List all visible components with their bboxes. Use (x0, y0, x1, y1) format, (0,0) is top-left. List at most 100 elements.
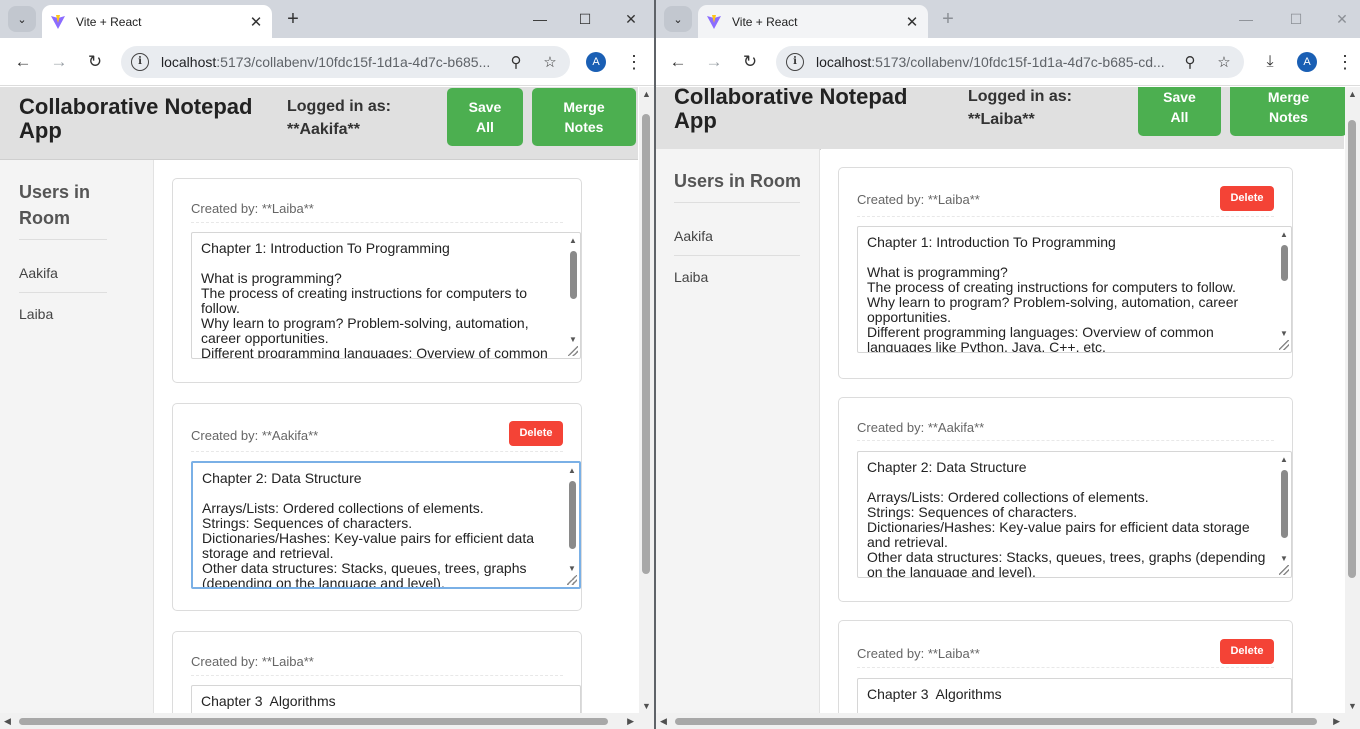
zoom-icon[interactable]: ⚲ (506, 53, 526, 71)
note-author: Created by: **Laiba** (191, 201, 314, 216)
resize-handle-icon[interactable] (1279, 340, 1289, 350)
app-title: Collaborative Notepad App (674, 87, 908, 133)
forward-icon[interactable]: → (702, 50, 726, 74)
divider (19, 292, 107, 293)
new-tab-icon[interactable]: + (282, 8, 304, 30)
page-viewport: Collaborative Notepad App Logged in as: **… (656, 87, 1360, 729)
page-vertical-scrollbar[interactable]: ▲ ▼ (1345, 87, 1360, 713)
zoom-icon[interactable]: ⚲ (1180, 53, 1200, 71)
users-in-room-title: Users in Room (674, 171, 802, 191)
tab-search-icon[interactable]: ⌄ (664, 6, 692, 32)
download-icon[interactable]: ⤓ (1259, 50, 1281, 74)
vite-favicon-icon (706, 14, 722, 30)
app-title: Collaborative Notepad App (19, 94, 253, 143)
page-horizontal-scrollbar[interactable]: ◀ ▶ (0, 713, 654, 729)
url-text[interactable]: localhost:5173/collabenv/10fdc15f-1d1a-4… (161, 54, 492, 70)
site-info-icon[interactable]: i (786, 53, 804, 71)
browser-toolbar: ← → ↻ i localhost:5173/collabenv/10fdc15… (0, 38, 654, 86)
note-textarea[interactable]: Chapter 2: Data Structure Arrays/Lists: … (191, 461, 581, 589)
textarea-scrollbar[interactable]: ▲ ▼ (568, 237, 578, 344)
back-icon[interactable]: ← (11, 50, 35, 74)
divider (191, 675, 563, 676)
browser-tab[interactable]: Vite + React ✕ (42, 5, 272, 38)
note-textarea[interactable]: Chapter 2: Data Structure Arrays/Lists: … (857, 451, 1292, 578)
divider (191, 222, 563, 223)
user-item-laiba: Laiba (19, 306, 54, 322)
reload-icon[interactable]: ↻ (738, 50, 762, 74)
notes-area: Created by: **Laiba** Delete Chapter 1: … (821, 149, 1360, 729)
window-close-icon[interactable]: ✕ (619, 8, 643, 30)
note-author: Created by: **Laiba** (857, 646, 980, 661)
user-item-laiba: Laiba (674, 269, 709, 285)
textarea-scrollbar[interactable]: ▲ ▼ (567, 467, 577, 573)
bookmark-star-icon[interactable]: ☆ (540, 53, 560, 71)
tab-title: Vite + React (76, 14, 142, 29)
browser-toolbar: ← → ↻ i localhost:5173/collabenv/10fdc15… (656, 38, 1360, 86)
browser-tab[interactable]: Vite + React ✕ (698, 5, 928, 38)
bookmark-star-icon[interactable]: ☆ (1214, 53, 1234, 71)
merge-notes-button[interactable]: Merge Notes (1230, 87, 1347, 136)
delete-button[interactable]: Delete (509, 421, 563, 446)
browser-menu-icon[interactable]: ⋮ (1336, 50, 1354, 74)
note-card: Created by: **Laiba** Chapter 1: Introdu… (172, 178, 582, 383)
divider (857, 216, 1274, 217)
minimize-icon[interactable]: — (528, 8, 552, 30)
window-close-icon[interactable]: ✕ (1330, 8, 1354, 30)
notes-area: Created by: **Laiba** Chapter 1: Introdu… (155, 160, 654, 729)
note-text: Chapter 2: Data Structure Arrays/Lists: … (202, 470, 535, 589)
tab-close-icon[interactable]: ✕ (904, 13, 920, 31)
browser-window-left: ⌄ Vite + React ✕ + — ☐ ✕ ← → ↻ i localho… (0, 0, 654, 729)
minimize-icon[interactable]: — (1234, 8, 1258, 30)
tab-strip: ⌄ Vite + React ✕ + — ☐ ✕ (656, 0, 1360, 38)
note-author: Created by: **Aakifa** (857, 420, 985, 435)
textarea-scrollbar[interactable]: ▲ ▼ (1279, 456, 1289, 563)
merge-notes-button[interactable]: Merge Notes (532, 88, 636, 146)
reload-icon[interactable]: ↻ (83, 50, 107, 74)
divider (674, 202, 800, 203)
note-textarea[interactable]: Chapter 1: Introduction To Programming W… (191, 232, 581, 359)
note-card: Created by: **Laiba** Delete Chapter 1: … (838, 167, 1293, 379)
user-item-aakifa: Aakifa (19, 265, 58, 281)
browser-window-right: ⌄ Vite + React ✕ + — ☐ ✕ ← → ↻ i localho… (656, 0, 1360, 729)
resize-handle-icon[interactable] (568, 346, 578, 356)
tab-search-icon[interactable]: ⌄ (8, 6, 36, 32)
textarea-scrollbar[interactable]: ▲ ▼ (1279, 231, 1289, 338)
note-text: Chapter 2: Data Structure Arrays/Lists: … (867, 459, 1266, 578)
browser-menu-icon[interactable]: ⋮ (625, 50, 643, 74)
new-tab-icon[interactable]: + (937, 8, 959, 30)
tab-close-icon[interactable]: ✕ (248, 13, 264, 31)
maximize-icon[interactable]: ☐ (573, 8, 597, 30)
page-viewport: Collaborative Notepad App Logged in as: **… (0, 87, 654, 729)
save-all-button[interactable]: Save All (447, 88, 523, 146)
note-textarea[interactable]: Chapter 1: Introduction To Programming W… (857, 226, 1292, 353)
profile-avatar[interactable]: A (1297, 52, 1317, 72)
divider (857, 440, 1274, 441)
app-header: Collaborative Notepad App Logged in as: **… (0, 87, 638, 160)
resize-handle-icon[interactable] (1279, 565, 1289, 575)
forward-icon[interactable]: → (47, 50, 71, 74)
divider (674, 255, 800, 256)
delete-button[interactable]: Delete (1220, 639, 1274, 664)
address-bar[interactable]: i localhost:5173/collabenv/10fdc15f-1d1a… (121, 46, 570, 78)
users-sidebar: Users in Room Aakifa Laiba (0, 160, 154, 729)
maximize-icon[interactable]: ☐ (1284, 8, 1308, 30)
tab-title: Vite + React (732, 14, 798, 29)
back-icon[interactable]: ← (666, 50, 690, 74)
profile-avatar[interactable]: A (586, 52, 606, 72)
divider (19, 239, 107, 240)
site-info-icon[interactable]: i (131, 53, 149, 71)
url-text[interactable]: localhost:5173/collabenv/10fdc15f-1d1a-4… (816, 54, 1166, 70)
delete-button[interactable]: Delete (1220, 186, 1274, 211)
app-header: Collaborative Notepad App Logged in as: **… (656, 87, 1347, 150)
logged-in-status: Logged in as: **Aakifa** (287, 98, 391, 138)
note-author: Created by: **Laiba** (857, 192, 980, 207)
note-text: Chapter 1: Introduction To Programming W… (201, 240, 548, 359)
page-vertical-scrollbar[interactable]: ▲ ▼ (639, 87, 654, 713)
address-bar[interactable]: i localhost:5173/collabenv/10fdc15f-1d1a… (776, 46, 1244, 78)
save-all-button[interactable]: Save All (1138, 87, 1221, 136)
resize-handle-icon[interactable] (567, 575, 577, 585)
page-horizontal-scrollbar[interactable]: ◀ ▶ (656, 713, 1360, 729)
vite-favicon-icon (50, 14, 66, 30)
note-card: Created by: **Aakifa** Chapter 2: Data S… (838, 397, 1293, 602)
users-sidebar: Users in Room Aakifa Laiba (656, 149, 820, 729)
